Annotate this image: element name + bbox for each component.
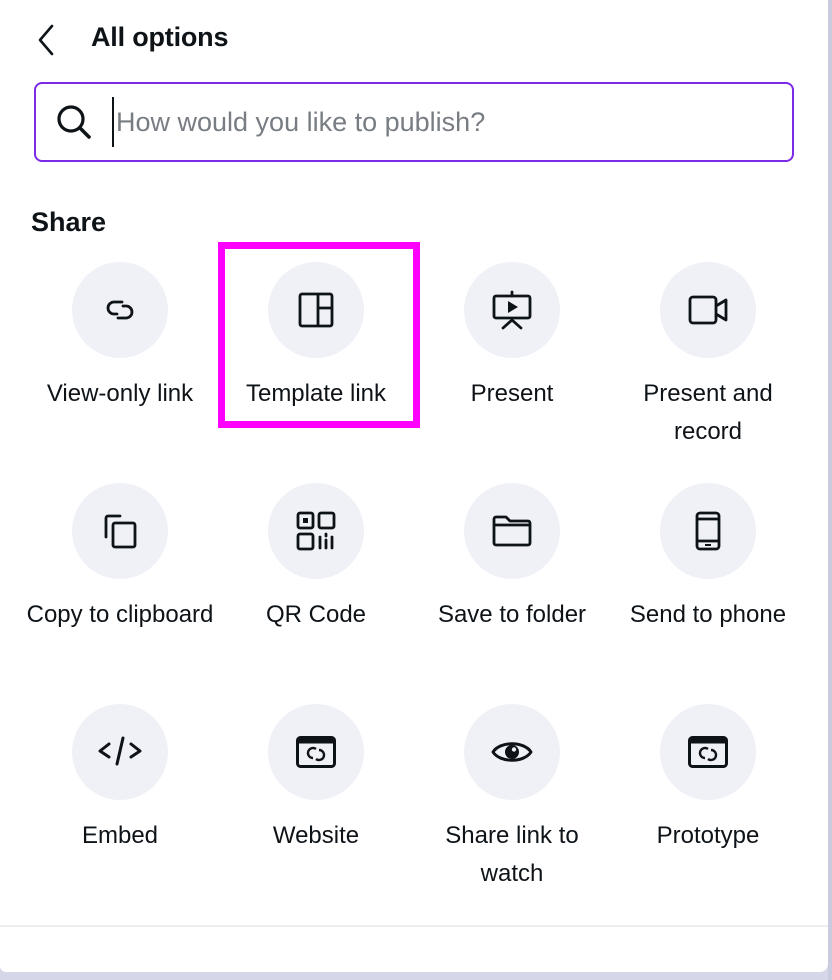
option-website[interactable]: Website xyxy=(218,704,414,925)
share-options-grid: View-only link Template link Present Pre… xyxy=(22,262,806,925)
option-view-only-link[interactable]: View-only link xyxy=(22,262,218,483)
option-prototype[interactable]: Prototype xyxy=(610,704,806,925)
template-layout-icon xyxy=(296,290,336,330)
icon-circle xyxy=(660,262,756,358)
phone-icon xyxy=(693,511,723,551)
search-box[interactable] xyxy=(34,82,794,162)
website-link-icon xyxy=(295,735,337,769)
search-input[interactable] xyxy=(112,97,752,147)
eye-icon xyxy=(490,737,534,767)
option-label: Copy to clipboard xyxy=(26,601,214,628)
option-label: View-only link xyxy=(46,380,194,407)
option-send-to-phone[interactable]: Send to phone xyxy=(610,483,806,704)
icon-circle xyxy=(464,483,560,579)
option-label: Present xyxy=(470,380,554,407)
section-divider xyxy=(0,925,828,927)
option-label: QR Code xyxy=(265,601,367,628)
option-label: Prototype xyxy=(656,822,760,849)
prototype-link-icon xyxy=(687,735,729,769)
icon-circle xyxy=(268,704,364,800)
icon-circle xyxy=(464,262,560,358)
section-title-share: Share xyxy=(31,207,107,237)
back-button[interactable] xyxy=(26,18,66,62)
code-icon xyxy=(97,734,143,770)
link-icon xyxy=(100,290,140,330)
option-embed[interactable]: Embed xyxy=(22,704,218,925)
option-label: Embed xyxy=(81,822,159,849)
option-share-link-to-watch[interactable]: Share link to watch xyxy=(414,704,610,925)
icon-circle xyxy=(464,704,560,800)
option-label: Website xyxy=(272,822,360,849)
header: All options xyxy=(0,0,828,78)
page-title: All options xyxy=(91,22,229,52)
option-template-link[interactable]: Template link xyxy=(218,262,414,483)
option-label: Send to phone xyxy=(629,601,787,628)
option-save-to-folder[interactable]: Save to folder xyxy=(414,483,610,704)
option-label: Share link to watch xyxy=(445,822,579,887)
icon-circle xyxy=(72,262,168,358)
option-present[interactable]: Present xyxy=(414,262,610,483)
option-label: Save to folder xyxy=(437,601,587,628)
icon-circle xyxy=(72,483,168,579)
option-qr-code[interactable]: QR Code xyxy=(218,483,414,704)
presentation-icon xyxy=(491,289,533,331)
folder-icon xyxy=(491,511,533,551)
icon-circle xyxy=(268,262,364,358)
video-camera-icon xyxy=(687,289,729,331)
icon-circle xyxy=(268,483,364,579)
icon-circle xyxy=(660,704,756,800)
search-icon xyxy=(54,102,94,142)
qr-code-icon xyxy=(295,510,337,552)
copy-icon xyxy=(100,511,140,551)
icon-circle xyxy=(72,704,168,800)
chevron-left-icon xyxy=(35,23,57,57)
option-label: Template link xyxy=(245,380,387,407)
panel-edge-scrollbar[interactable] xyxy=(828,0,832,980)
option-label: Present and record xyxy=(643,380,773,445)
icon-circle xyxy=(660,483,756,579)
publish-options-panel: All options Share View-only link Templat… xyxy=(0,0,828,972)
option-present-and-record[interactable]: Present and record xyxy=(610,262,806,483)
option-copy-to-clipboard[interactable]: Copy to clipboard xyxy=(22,483,218,704)
